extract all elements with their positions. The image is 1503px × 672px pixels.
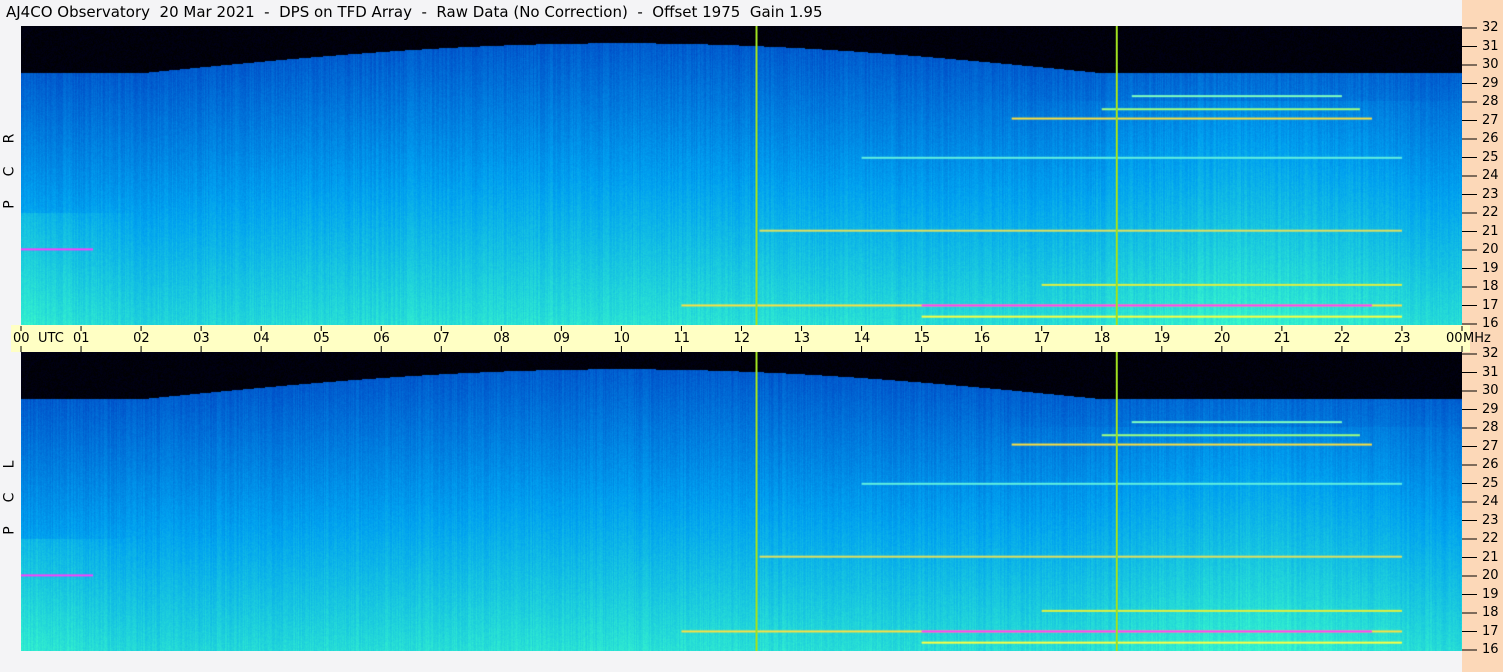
time-tick-label: 14: [853, 331, 871, 346]
freq-tick-label: 28: [1482, 94, 1499, 109]
freq-tick-label: 23: [1482, 512, 1499, 528]
freq-tick-label: 26: [1482, 457, 1499, 472]
freq-tick-label: 20: [1482, 242, 1499, 257]
time-tick-label: 19: [1153, 331, 1171, 346]
time-tick-label: 00: [13, 331, 30, 346]
time-tick-label: 08: [493, 331, 510, 346]
freq-tick-label: 18: [1482, 279, 1499, 294]
freq-tick-label: 16: [1482, 642, 1499, 657]
freq-tick-label: 31: [1482, 38, 1499, 54]
freq-tick-label: 31: [1482, 364, 1499, 380]
freq-axis-unit: MHz: [1463, 331, 1491, 346]
freq-tick-label: 32: [1482, 20, 1499, 35]
freq-tick-label: 24: [1482, 494, 1499, 509]
freq-tick-label: 22: [1482, 531, 1499, 546]
time-tick-label: 16: [973, 331, 991, 346]
freq-tick-label: 19: [1482, 260, 1499, 276]
freq-tick-label: 28: [1482, 420, 1499, 435]
time-tick-label: 21: [1273, 331, 1291, 346]
time-axis-unit: UTC: [38, 331, 64, 346]
freq-tick-label: 27: [1482, 438, 1499, 454]
freq-tick-label: 30: [1482, 57, 1499, 72]
freq-tick-label: 25: [1482, 475, 1499, 491]
freq-tick-label: 20: [1482, 568, 1499, 583]
freq-tick-label: 17: [1482, 297, 1499, 313]
freq-tick-label: 18: [1482, 605, 1499, 620]
time-tick-label: 13: [793, 331, 811, 346]
time-tick-label: 10: [613, 331, 630, 346]
time-tick-label: 22: [1333, 331, 1351, 346]
time-tick-label: 05: [313, 331, 330, 346]
freq-tick-label: 30: [1482, 383, 1499, 398]
freq-tick-label: 21: [1482, 549, 1499, 565]
time-tick-label: 04: [253, 331, 270, 346]
freq-tick-label: 16: [1482, 316, 1499, 331]
time-tick-label: 07: [433, 331, 450, 346]
freq-tick-label: 27: [1482, 112, 1499, 128]
freq-tick-label: 19: [1482, 586, 1499, 602]
freq-tick-label: 29: [1482, 401, 1499, 417]
time-tick-label: 15: [913, 331, 931, 346]
time-tick-label: 06: [373, 331, 390, 346]
time-tick-label: 11: [673, 331, 690, 346]
time-tick-label: 02: [133, 331, 150, 346]
time-tick-label: 18: [1093, 331, 1111, 346]
freq-tick-label: 21: [1482, 223, 1499, 239]
time-tick-label: 00: [1446, 331, 1463, 346]
freq-tick-label: 17: [1482, 623, 1499, 639]
time-tick-label: 12: [733, 331, 751, 346]
freq-tick-label: 29: [1482, 75, 1499, 91]
time-tick-label: 01: [73, 331, 90, 346]
time-tick-label: 09: [553, 331, 570, 346]
freq-tick-label: 24: [1482, 168, 1499, 183]
freq-tick-label: 25: [1482, 149, 1499, 165]
freq-tick-label: 23: [1482, 186, 1499, 202]
time-tick-label: 20: [1213, 331, 1231, 346]
time-tick-label: 23: [1393, 331, 1411, 346]
freq-tick-label: 26: [1482, 131, 1499, 146]
freq-tick-label: 32: [1482, 346, 1499, 361]
freq-tick-label: 22: [1482, 205, 1499, 220]
time-tick-label: 03: [193, 331, 210, 346]
time-tick-label: 17: [1033, 331, 1051, 346]
